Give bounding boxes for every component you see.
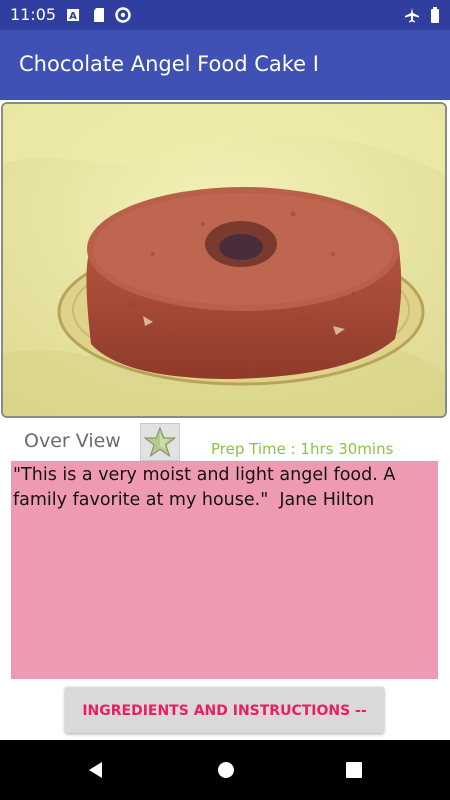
cake-photo [3,104,445,416]
star-icon [141,424,179,460]
status-bar: 11:05 A [0,0,450,30]
recipe-photo [1,102,447,418]
svg-text:A: A [69,11,77,22]
page-title: Chocolate Angel Food Cake I [19,52,319,76]
overview-label: Over View [24,430,121,452]
description-text: "This is a very moist and light angel fo… [13,465,401,510]
back-icon[interactable] [86,760,106,780]
vpn-icon [115,7,131,23]
prep-time: Prep Time : 1hrs 30mins [211,440,394,458]
app-bar: Chocolate Angel Food Cake I [0,30,450,100]
nav-bar [0,740,450,800]
airplane-icon [404,7,419,23]
a-icon: A [66,7,80,23]
sd-card-icon [92,7,106,23]
ingredients-button[interactable]: INGREDIENTS AND INSTRUCTIONS -->> [65,687,384,765]
battery-icon [430,7,444,23]
status-time: 11:05 [10,5,57,24]
recents-icon[interactable] [345,761,363,779]
description-box: "This is a very moist and light angel fo… [11,461,438,679]
home-icon[interactable] [216,760,236,780]
favorite-button[interactable] [140,423,180,461]
